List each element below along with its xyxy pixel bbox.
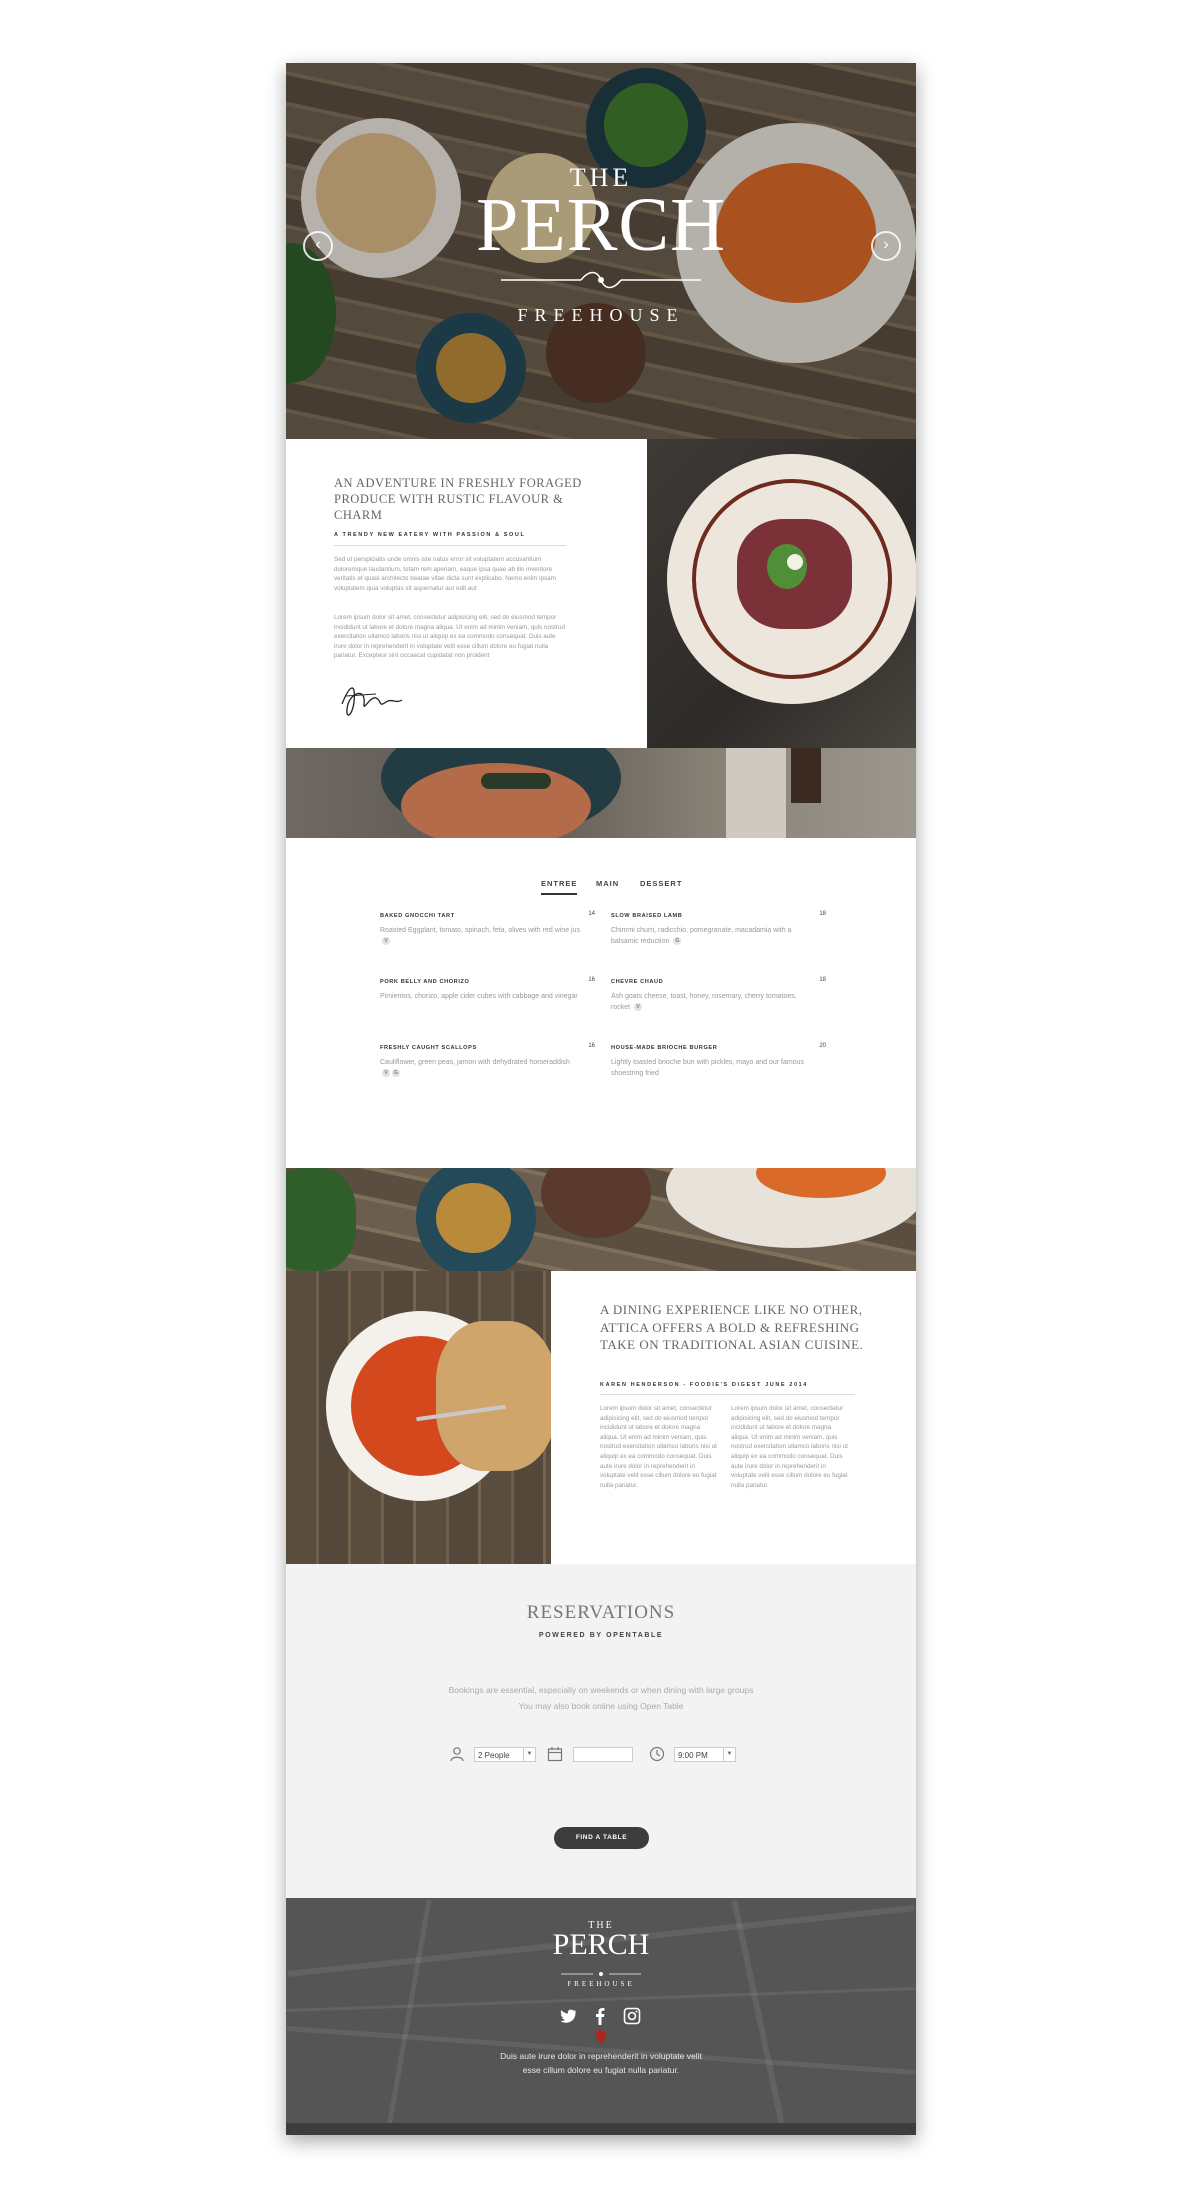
footer-logo-ornament-icon	[561, 1972, 641, 1976]
calendar-icon	[547, 1747, 563, 1762]
menu-item-description: Pimientos, chorizo, apple cider cubes wi…	[380, 993, 578, 1000]
hero-banner: THE PERCH FREEHOUSE ‹ ›	[286, 63, 916, 439]
menu-item-description: Roasted Eggplant, tomato, spinach, feta,…	[380, 927, 580, 946]
time-select[interactable]: 9:00 PM ▼	[674, 1747, 736, 1762]
tab-entree[interactable]: ENTREE	[541, 879, 578, 895]
twitter-icon[interactable]	[558, 2006, 578, 2026]
menu-item-description: Chimmi churri, radicchio, pomegranate, m…	[611, 927, 792, 946]
menu-item-price: 18	[819, 977, 826, 983]
bottle-image	[791, 748, 821, 803]
menu-item[interactable]: CHEVRE CHAUD 18 Ash goats cheese, toast,…	[611, 977, 826, 1013]
review-title: A DINING EXPERIENCE LIKE NO OTHER, ATTIC…	[600, 1302, 864, 1352]
logo-sub-text: FREEHOUSE	[517, 305, 685, 325]
footer: THE PERCH FREEHOUSE Duis aute irure dolo…	[286, 1898, 916, 2135]
footer-text-line-1: Duis aute irure dolor in reprehenderit i…	[500, 2051, 702, 2061]
menu-item-name: BAKED GNOCCHI TART	[380, 913, 455, 919]
reservations-subtitle: POWERED BY OPENTABLE	[538, 1632, 664, 1639]
menu-item[interactable]: SLOW BRAISED LAMB 18 Chimmi churri, radi…	[611, 911, 826, 947]
menu-item-name: SLOW BRAISED LAMB	[611, 913, 683, 919]
about-kicker: A TRENDY NEW EATERY WITH PASSION & SOUL	[334, 532, 526, 538]
instagram-icon[interactable]	[622, 2006, 642, 2026]
menu-item-price: 16	[588, 977, 595, 983]
review-column-1: Lorem ipsum dolor sit amet, consectetur …	[600, 1405, 717, 1489]
menu-item-name: HOUSE-MADE BRIOCHE BURGER	[611, 1045, 718, 1051]
footer-logo-name: PERCH	[552, 1928, 650, 1961]
menu-item-price: 20	[819, 1043, 826, 1049]
page: THE PERCH FREEHOUSE ‹ › AN ADVENTURE IN …	[286, 63, 916, 2135]
menu-item-name: FRESHLY CAUGHT SCALLOPS	[380, 1045, 477, 1051]
footer-bottom-bar	[286, 2123, 916, 2135]
chevron-down-icon: ▼	[523, 1748, 535, 1761]
falafel-image	[436, 1183, 511, 1253]
about-section: AN ADVENTURE IN FRESHLY FORAGED PRODUCE …	[286, 439, 647, 748]
gluten-free-badge: G	[673, 937, 682, 946]
time-value: 9:00 PM	[678, 1751, 708, 1760]
menu-item-description: Cauliflower, green peas, jamon with dehy…	[380, 1059, 570, 1078]
slider-prev-button[interactable]: ‹	[303, 231, 333, 261]
reservations-line-2: You may also book online using Open Tabl…	[518, 1701, 684, 1711]
menu-item-name: CHEVRE CHAUD	[611, 979, 664, 985]
footer-text-line-2: esse cillum dolore eu fugiat nulla paria…	[522, 2065, 680, 2075]
menu-item[interactable]: BAKED GNOCCHI TART 14 Roasted Eggplant, …	[380, 911, 595, 947]
vegetarian-badge: V	[382, 1069, 390, 1078]
chevron-right-icon: ›	[883, 236, 889, 253]
reservations-title: RESERVATIONS	[526, 1602, 676, 1623]
party-size-select[interactable]: 2 People ▼	[474, 1747, 536, 1762]
review-kicker: KAREN HENDERSON - FOODIE'S DIGEST JUNE 2…	[600, 1382, 808, 1388]
menu-item-price: 16	[588, 1043, 595, 1049]
logo-ornament-icon	[501, 271, 701, 289]
menu-item-price: 14	[588, 911, 595, 917]
about-divider	[334, 545, 566, 546]
slider-next-button[interactable]: ›	[871, 231, 901, 261]
vegetarian-badge: V	[382, 937, 390, 946]
table-strip-photo	[286, 1168, 916, 1271]
about-paragraph-1: Sed ut perspiciatis unde omnis iste natu…	[334, 556, 556, 592]
toast-image	[436, 1321, 551, 1471]
menu-item[interactable]: HOUSE-MADE BRIOCHE BURGER 20 Lightly toa…	[611, 1043, 826, 1079]
dish-strip-photo	[286, 748, 916, 838]
footer-logo-sub: FREEHOUSE	[567, 1980, 635, 1988]
about-paragraph-2: Lorem ipsum dolor sit amet, consectetur …	[334, 614, 566, 660]
review-divider	[600, 1394, 855, 1395]
vegetarian-badge: V	[634, 1003, 643, 1012]
logo-name-text: PERCH	[476, 183, 726, 267]
menu-item-description: Ash goats cheese, toast, honey, rosemary…	[611, 993, 797, 1012]
review-section: A DINING EXPERIENCE LIKE NO OTHER, ATTIC…	[551, 1271, 916, 1564]
tab-dessert[interactable]: DESSERT	[640, 879, 682, 893]
review-column-2: Lorem ipsum dolor sit amet, consectetur …	[731, 1405, 848, 1489]
person-icon	[450, 1747, 464, 1762]
map-pin-icon	[596, 2030, 606, 2044]
reservations-line-1: Bookings are essential, especially on we…	[448, 1685, 754, 1695]
facebook-icon[interactable]	[590, 2006, 610, 2026]
soup-photo	[286, 1271, 551, 1564]
chevron-down-icon: ▼	[723, 1748, 735, 1761]
menu-item-price: 18	[819, 911, 826, 917]
leaves-image	[286, 1168, 356, 1271]
menu-item[interactable]: FRESHLY CAUGHT SCALLOPS 16 Cauliflower, …	[380, 1043, 595, 1079]
tab-main[interactable]: MAIN	[596, 879, 619, 893]
signature-image	[341, 687, 403, 716]
date-input[interactable]	[573, 1747, 633, 1762]
cheese-image	[787, 554, 803, 570]
clock-icon	[649, 1746, 665, 1762]
menu-item-name: PORK BELLY AND CHORIZO	[380, 979, 470, 985]
carpaccio-photo	[647, 439, 916, 748]
find-table-button[interactable]: FIND A TABLE	[554, 1827, 649, 1849]
dip-bowl-image	[541, 1168, 651, 1238]
menu-item[interactable]: PORK BELLY AND CHORIZO 16 Pimientos, cho…	[380, 977, 595, 1002]
gluten-free-badge: G	[392, 1069, 400, 1078]
reservations-section: RESERVATIONS POWERED BY OPENTABLE Bookin…	[286, 1564, 916, 1898]
menu-section: ENTREE MAIN DESSERT BAKED GNOCCHI TART 1…	[286, 838, 916, 1168]
dolma-image	[481, 773, 551, 789]
menu-item-description: Lightly toasted brioche bun with pickles…	[611, 1059, 804, 1077]
party-size-value: 2 People	[478, 1751, 510, 1760]
about-title: AN ADVENTURE IN FRESHLY FORAGED PRODUCE …	[334, 476, 582, 522]
chevron-left-icon: ‹	[315, 236, 321, 253]
glass-image	[726, 748, 786, 838]
